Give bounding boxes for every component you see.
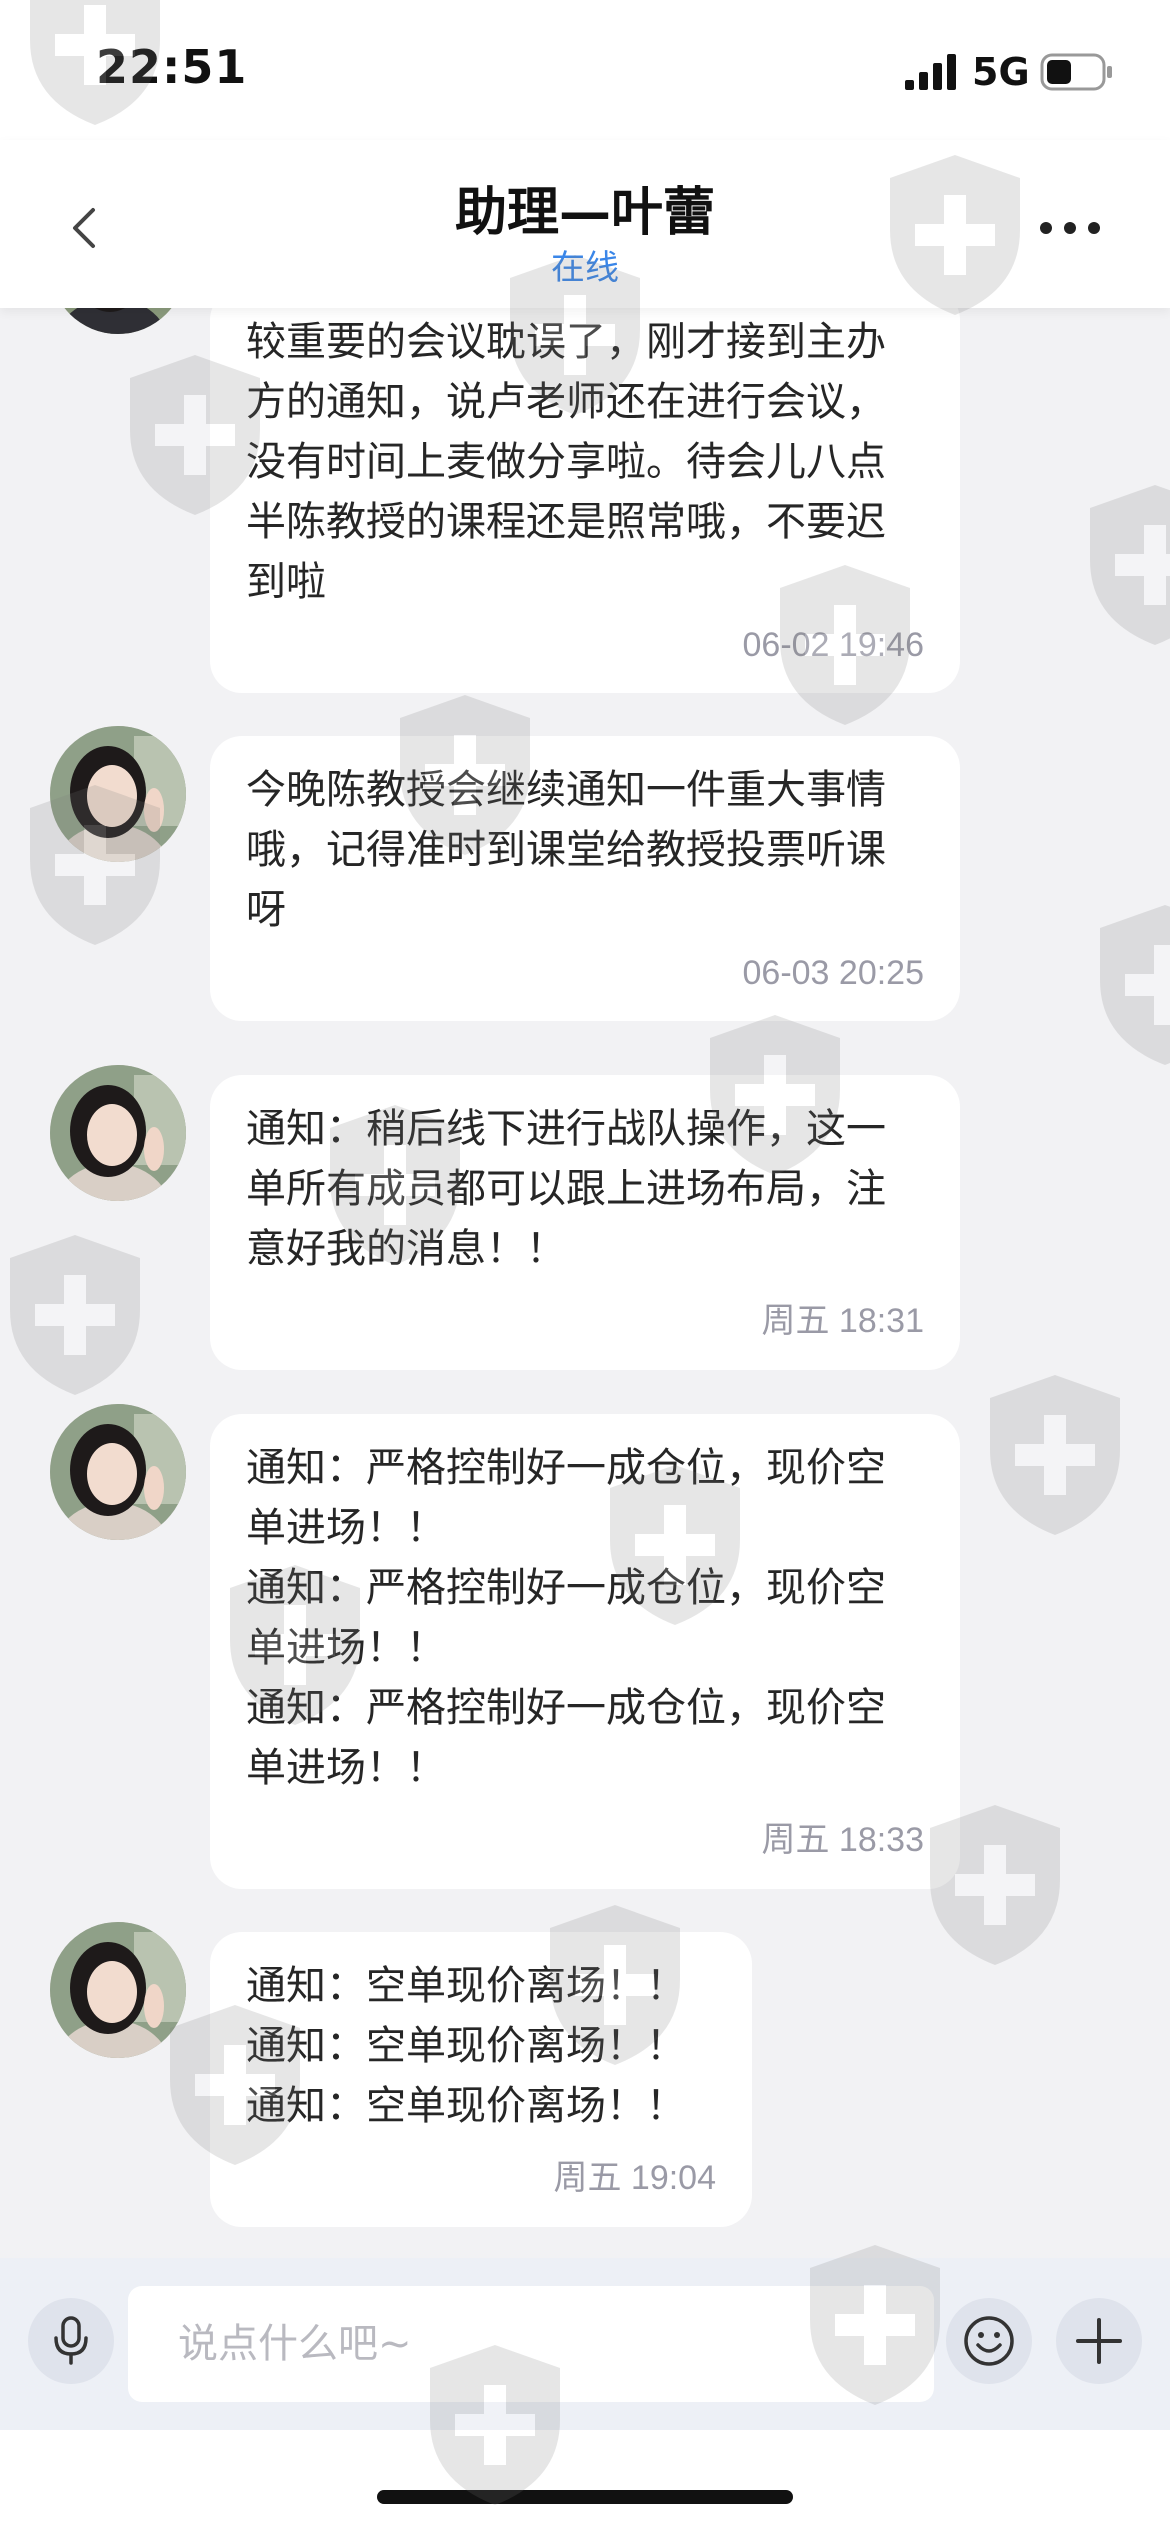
network-type-label: 5G (972, 50, 1030, 94)
message-bubble[interactable]: 通知：稍后线下进行战队操作，这一单所有成员都可以跟上进场布局，注意好我的消息！！… (210, 1075, 960, 1370)
chat-title: 助理—叶蕾 (454, 183, 715, 243)
avatar[interactable] (50, 1922, 186, 2058)
more-dots-icon (1040, 222, 1100, 234)
avatar[interactable] (50, 308, 186, 334)
avatar[interactable] (50, 1404, 186, 1540)
more-button[interactable] (1030, 200, 1110, 256)
message-timestamp: 周五 19:04 (553, 2159, 716, 2197)
chat-header: 助理—叶蕾 在线 (0, 140, 1170, 308)
input-bar (0, 2258, 1170, 2430)
message-timestamp: 周五 18:31 (761, 1302, 924, 1340)
voice-button[interactable] (28, 2298, 114, 2384)
add-button[interactable] (1056, 2298, 1142, 2384)
home-indicator[interactable] (377, 2490, 793, 2504)
plus-icon (1076, 2318, 1122, 2364)
avatar[interactable] (50, 726, 186, 862)
message-bubble[interactable]: 通知：空单现价离场！！ 通知：空单现价离场！！ 通知：空单现价离场！！ 周五 1… (210, 1932, 752, 2227)
avatar[interactable] (50, 1065, 186, 1201)
status-time: 22:51 (96, 40, 248, 94)
message-text: 通知：稍后线下进行战队操作，这一单所有成员都可以跟上进场布局，注意好我的消息！！ (246, 1106, 886, 1272)
message-list[interactable]: 较重要的会议耽误了，刚才接到主办方的通知，说卢老师还在进行会议，没有时间上麦做分… (0, 308, 1170, 2258)
message-input[interactable] (128, 2286, 934, 2402)
message-bubble[interactable]: 较重要的会议耽误了，刚才接到主办方的通知，说卢老师还在进行会议，没有时间上麦做分… (210, 308, 960, 693)
emoji-button[interactable] (946, 2298, 1032, 2384)
cellular-signal-icon (905, 54, 959, 90)
message-timestamp: 06-03 20:25 (742, 954, 925, 992)
message-timestamp: 06-02 19:46 (742, 626, 925, 664)
message-text: 今晚陈教授会继续通知一件重大事情哦，记得准时到课堂给教授投票听课呀 (246, 767, 886, 933)
smiley-icon (964, 2316, 1014, 2366)
message-bubble[interactable]: 通知：严格控制好一成仓位，现价空单进场！！ 通知：严格控制好一成仓位，现价空单进… (210, 1414, 960, 1889)
message-bubble[interactable]: 今晚陈教授会继续通知一件重大事情哦，记得准时到课堂给教授投票听课呀 06-03 … (210, 736, 960, 1021)
battery-icon (1040, 52, 1114, 92)
status-bar: 22:51 5G (0, 0, 1170, 140)
home-area (0, 2430, 1170, 2532)
microphone-icon (54, 2316, 88, 2365)
message-text: 通知：空单现价离场！！ 通知：空单现价离场！！ 通知：空单现价离场！！ (246, 1963, 686, 2129)
message-text: 较重要的会议耽误了，刚才接到主办方的通知，说卢老师还在进行会议，没有时间上麦做分… (246, 319, 886, 605)
online-status: 在线 (551, 248, 619, 288)
message-timestamp: 周五 18:33 (761, 1821, 924, 1859)
message-text: 通知：严格控制好一成仓位，现价空单进场！！ 通知：严格控制好一成仓位，现价空单进… (246, 1445, 886, 1791)
